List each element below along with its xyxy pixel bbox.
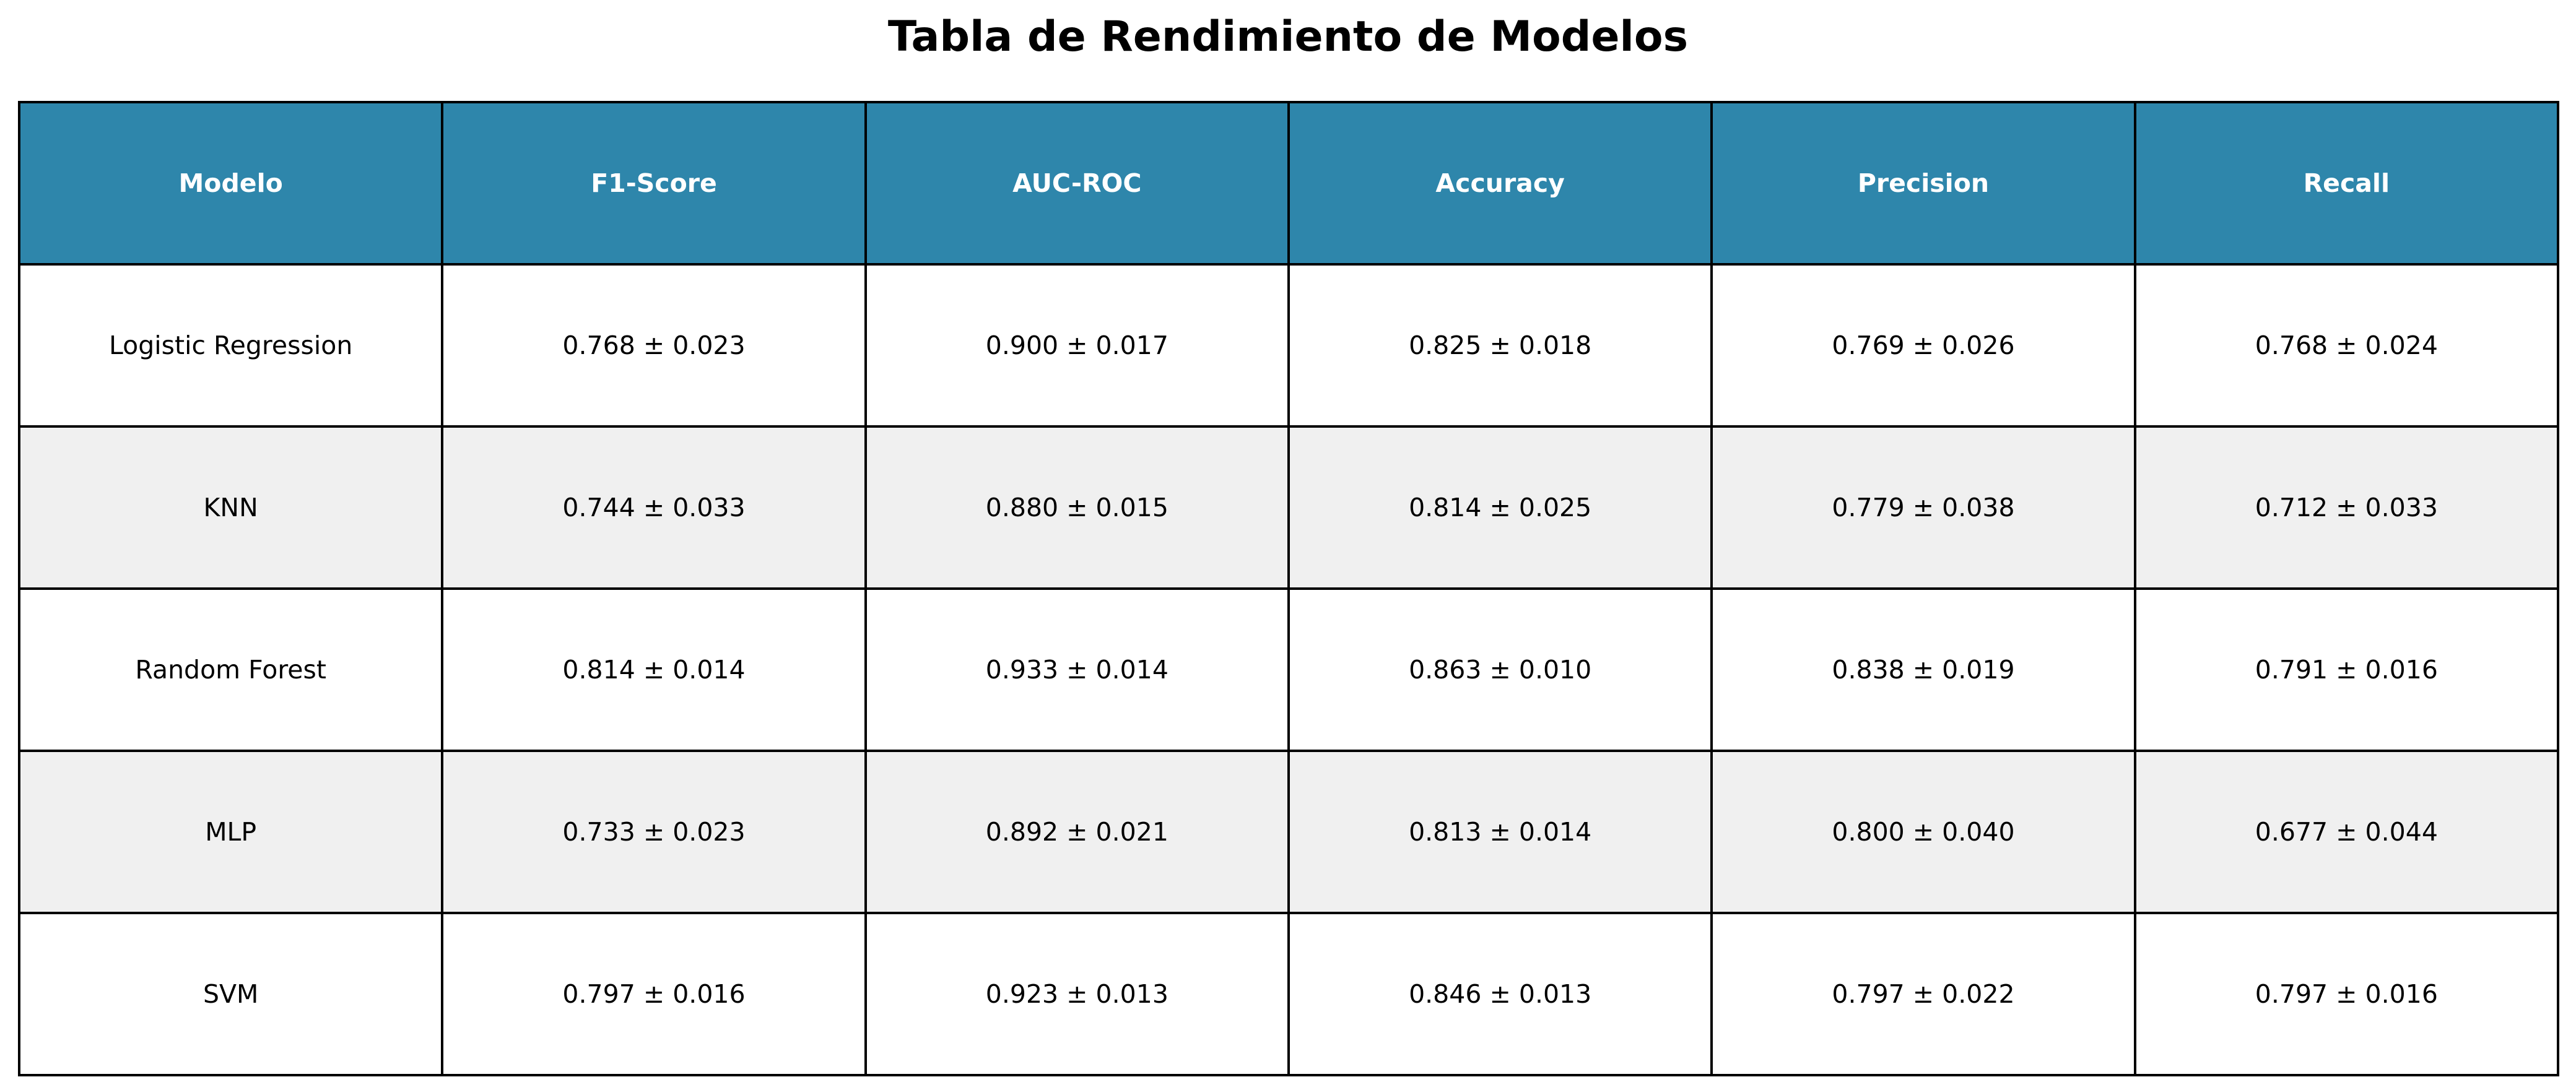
cell-auc-roc: 0.923 ± 0.013 xyxy=(864,912,1290,1076)
cell-recall: 0.768 ± 0.024 xyxy=(2133,263,2560,428)
table-row: SVM 0.797 ± 0.016 0.923 ± 0.013 0.846 ± … xyxy=(17,912,2560,1076)
cell-accuracy: 0.863 ± 0.010 xyxy=(1287,587,1713,752)
cell-auc-roc: 0.933 ± 0.014 xyxy=(864,587,1290,752)
header-row: Modelo F1-Score AUC-ROC Accuracy Precisi… xyxy=(17,101,2560,266)
cell-precision: 0.769 ± 0.026 xyxy=(1710,263,2136,428)
table-row: Logistic Regression 0.768 ± 0.023 0.900 … xyxy=(17,263,2560,428)
table-row: MLP 0.733 ± 0.023 0.892 ± 0.021 0.813 ± … xyxy=(17,750,2560,914)
cell-precision: 0.779 ± 0.038 xyxy=(1710,425,2136,590)
cell-accuracy: 0.846 ± 0.013 xyxy=(1287,912,1713,1076)
header-cell-accuracy: Accuracy xyxy=(1287,101,1713,266)
cell-precision: 0.838 ± 0.019 xyxy=(1710,587,2136,752)
cell-auc-roc: 0.900 ± 0.017 xyxy=(864,263,1290,428)
cell-f1-score: 0.814 ± 0.014 xyxy=(441,587,867,752)
cell-auc-roc: 0.880 ± 0.015 xyxy=(864,425,1290,590)
cell-f1-score: 0.744 ± 0.033 xyxy=(441,425,867,590)
header-cell-modelo: Modelo xyxy=(17,101,444,266)
cell-auc-roc: 0.892 ± 0.021 xyxy=(864,750,1290,914)
header-cell-precision: Precision xyxy=(1710,101,2136,266)
header-cell-recall: Recall xyxy=(2133,101,2560,266)
table-row: Random Forest 0.814 ± 0.014 0.933 ± 0.01… xyxy=(17,587,2560,752)
cell-f1-score: 0.797 ± 0.016 xyxy=(441,912,867,1076)
header-cell-f1-score: F1-Score xyxy=(441,101,867,266)
cell-f1-score: 0.733 ± 0.023 xyxy=(441,750,867,914)
cell-recall: 0.791 ± 0.016 xyxy=(2133,587,2560,752)
performance-table: Modelo F1-Score AUC-ROC Accuracy Precisi… xyxy=(17,101,2560,1076)
cell-model-name: KNN xyxy=(17,425,444,590)
cell-f1-score: 0.768 ± 0.023 xyxy=(441,263,867,428)
cell-recall: 0.677 ± 0.044 xyxy=(2133,750,2560,914)
chart-title: Tabla de Rendimiento de Modelos xyxy=(887,12,1689,61)
cell-precision: 0.797 ± 0.022 xyxy=(1710,912,2136,1076)
cell-accuracy: 0.813 ± 0.014 xyxy=(1287,750,1713,914)
cell-model-name: Random Forest xyxy=(17,587,444,752)
cell-model-name: MLP xyxy=(17,750,444,914)
cell-model-name: SVM xyxy=(17,912,444,1076)
header-cell-auc-roc: AUC-ROC xyxy=(864,101,1290,266)
cell-recall: 0.712 ± 0.033 xyxy=(2133,425,2560,590)
table-row: KNN 0.744 ± 0.033 0.880 ± 0.015 0.814 ± … xyxy=(17,425,2560,590)
cell-precision: 0.800 ± 0.040 xyxy=(1710,750,2136,914)
cell-model-name: Logistic Regression xyxy=(17,263,444,428)
cell-accuracy: 0.814 ± 0.025 xyxy=(1287,425,1713,590)
cell-accuracy: 0.825 ± 0.018 xyxy=(1287,263,1713,428)
cell-recall: 0.797 ± 0.016 xyxy=(2133,912,2560,1076)
